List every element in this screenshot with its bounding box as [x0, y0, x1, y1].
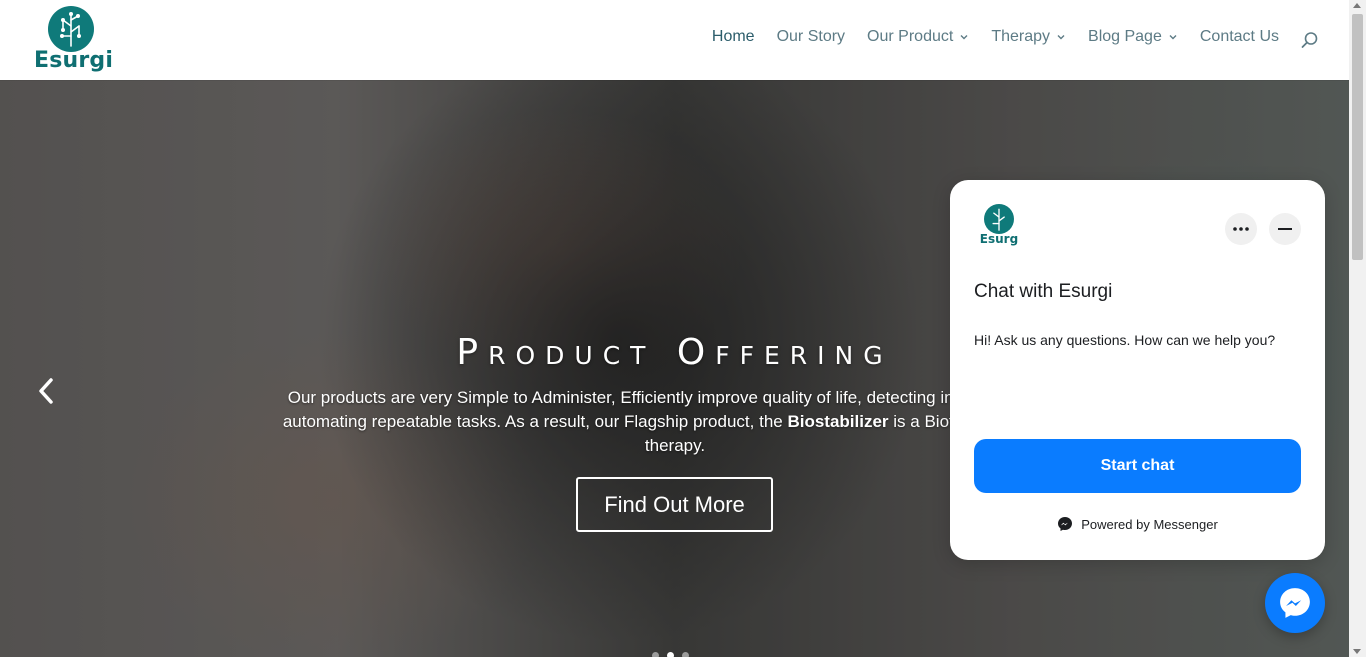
more-icon [1233, 227, 1249, 231]
messenger-icon [1280, 588, 1310, 618]
chevron-down-icon [960, 35, 968, 40]
scroll-thumb[interactable] [1352, 14, 1363, 260]
slider-dot-active[interactable] [667, 652, 674, 657]
slider-dot[interactable] [682, 652, 689, 657]
nav-our-story-label: Our Story [776, 28, 846, 45]
nav-therapy[interactable]: Therapy [991, 28, 1066, 46]
messenger-launcher-button[interactable] [1265, 573, 1325, 633]
messenger-icon [1058, 517, 1073, 531]
nav-blog-page-label: Blog Page [1088, 28, 1162, 45]
messenger-chat-widget: Esurg Chat with Esurgi Hi! Ask us any qu… [950, 180, 1325, 560]
scroll-down-arrow-icon[interactable] [1353, 649, 1361, 654]
nav-our-story[interactable]: Our Story [777, 28, 845, 46]
chat-logo-text: Esurg [979, 232, 1019, 246]
chat-greeting: Hi! Ask us any questions. How can we hel… [974, 332, 1276, 348]
slider-dots [652, 652, 689, 657]
nav-blog-page[interactable]: Blog Page [1088, 28, 1178, 46]
chat-logo: Esurg [974, 204, 1024, 250]
nav-therapy-label: Therapy [991, 28, 1051, 45]
more-options-button[interactable] [1225, 213, 1257, 245]
chevron-left-icon[interactable] [34, 376, 58, 406]
nav-contact-us[interactable]: Contact Us [1200, 28, 1279, 46]
start-chat-button[interactable]: Start chat [974, 439, 1301, 493]
esurgi-logo[interactable]: Esurgi [34, 6, 114, 76]
page-scrollbar[interactable] [1349, 0, 1366, 657]
search-icon[interactable] [1301, 31, 1319, 49]
logo-text: Esurgi [34, 48, 114, 73]
chevron-down-icon [1169, 35, 1177, 40]
main-nav: Home Our Story Our Product Therapy Blog … [712, 28, 1279, 46]
logo-mark-icon [48, 6, 94, 52]
chat-logo-mark-icon [984, 204, 1014, 234]
nav-home[interactable]: Home [712, 28, 755, 46]
hero-text-line2: automating repeatable tasks. As a result… [282, 412, 788, 431]
slider-dot[interactable] [652, 652, 659, 657]
powered-by-messenger: Powered by Messenger [950, 516, 1325, 532]
scroll-up-arrow-icon[interactable] [1353, 3, 1361, 8]
hero-text-line1: Our products are very Simple to Administ… [287, 388, 1063, 407]
nav-contact-us-label: Contact Us [1199, 28, 1279, 45]
powered-by-label: Powered by Messenger [1081, 516, 1218, 532]
nav-our-product[interactable]: Our Product [867, 28, 969, 46]
chat-title: Chat with Esurgi [974, 281, 1113, 302]
chevron-down-icon [1057, 35, 1065, 40]
hero-text-line3: therapy. [644, 436, 706, 455]
minimize-icon [1278, 228, 1292, 230]
nav-home-label: Home [711, 28, 755, 45]
site-header: Esurgi Home Our Story Our Product Therap… [0, 0, 1349, 80]
minimize-chat-button[interactable] [1269, 213, 1301, 245]
nav-our-product-label: Our Product [867, 28, 954, 45]
find-out-more-button[interactable]: Find Out More [576, 477, 773, 532]
hero-text-bold: Biostabilizer [787, 412, 889, 431]
